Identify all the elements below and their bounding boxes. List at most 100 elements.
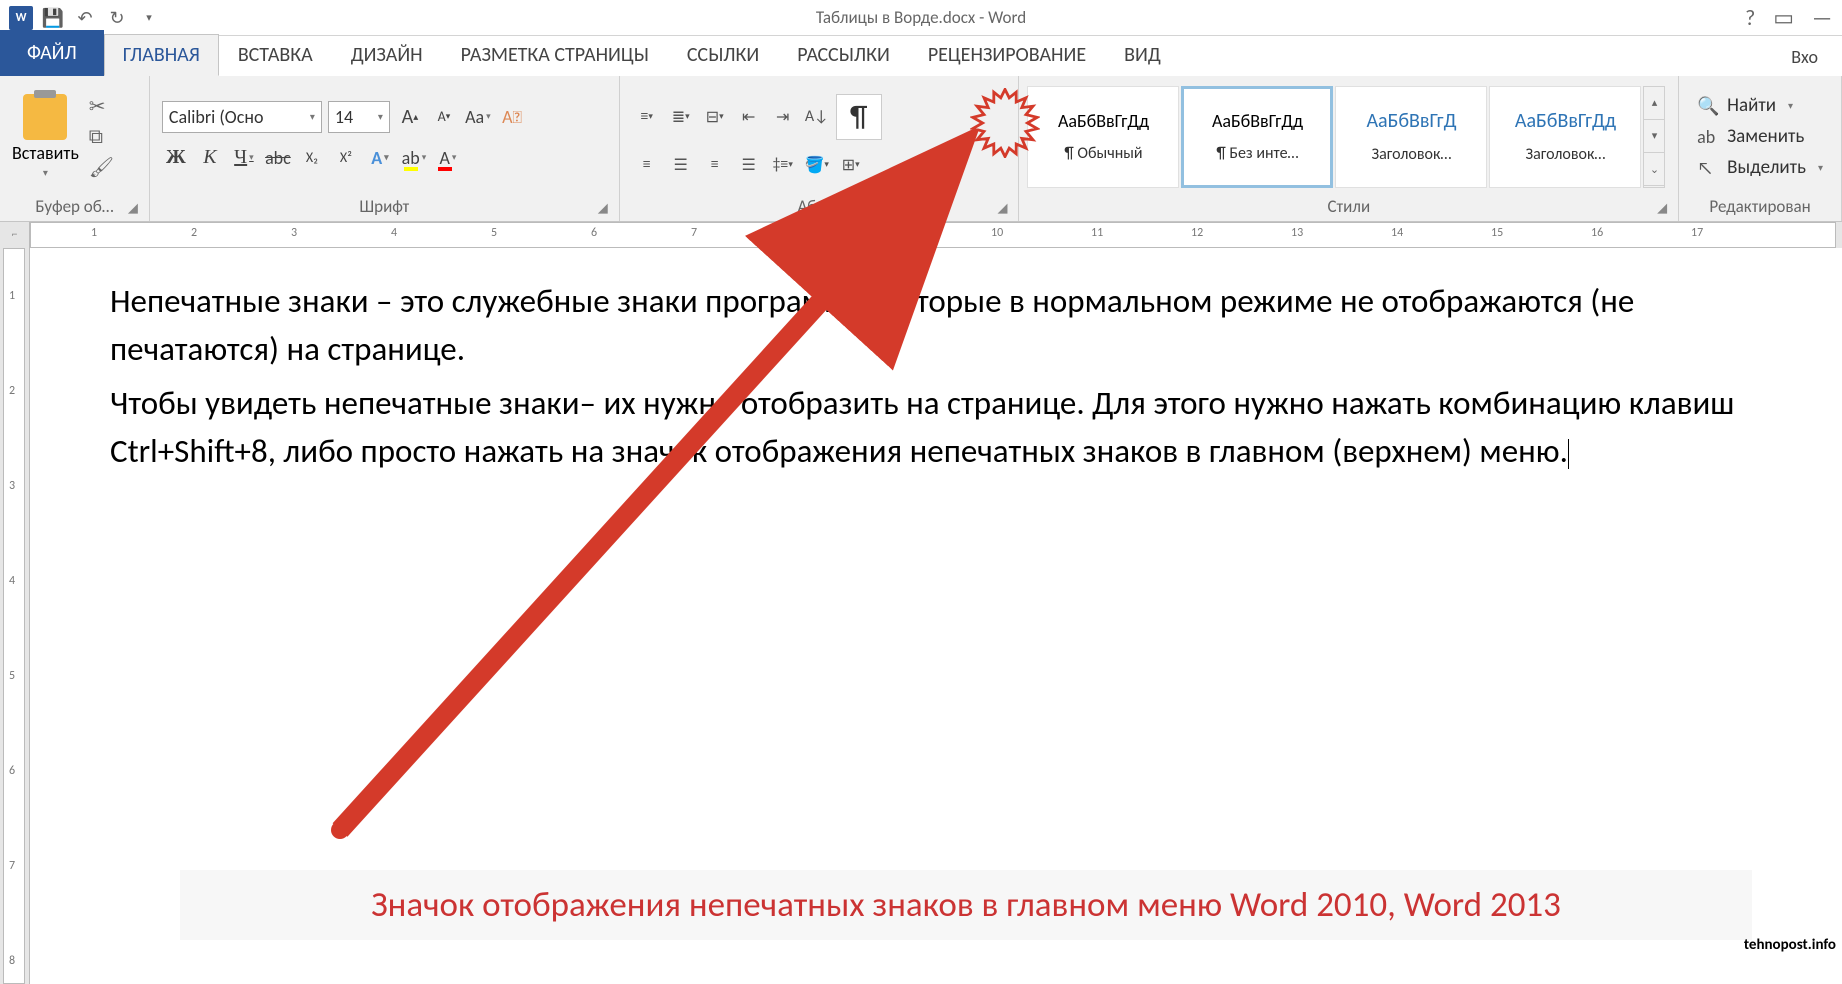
- tab-design[interactable]: ДИЗАЙН: [332, 34, 442, 76]
- tab-file[interactable]: ФАЙЛ: [0, 30, 104, 76]
- superscript-button[interactable]: X²: [332, 143, 360, 173]
- borders-button[interactable]: ⊞▾: [836, 150, 866, 180]
- ruler-tick: 12: [1191, 226, 1203, 240]
- shading-button[interactable]: 🪣▾: [802, 150, 832, 180]
- quick-access-toolbar: W 💾 ↶ ↻ ▾: [0, 3, 164, 33]
- group-editing: 🔍Найти▾ abЗаменить ↖Выделить▾ Редактиров…: [1679, 76, 1842, 221]
- highlight-color-button[interactable]: ab▾: [400, 143, 428, 173]
- redo-icon[interactable]: ↻: [102, 3, 132, 33]
- qat-customize-icon[interactable]: ▾: [134, 3, 164, 33]
- style-heading2[interactable]: АаБбВвГгДд Заголовок…: [1489, 86, 1641, 188]
- tab-layout[interactable]: РАЗМЕТКА СТРАНИЦЫ: [442, 34, 668, 76]
- minimize-icon[interactable]: —: [1812, 4, 1832, 31]
- select-button[interactable]: ↖Выделить▾: [1693, 154, 1827, 181]
- paragraph-1: Непечатные знаки – это служебные знаки п…: [110, 278, 1762, 374]
- tab-insert[interactable]: ВСТАВКА: [219, 34, 332, 76]
- tab-references[interactable]: ССЫЛКИ: [668, 34, 778, 76]
- ribbon-display-options-icon[interactable]: ▭: [1773, 4, 1794, 31]
- decrease-indent-button[interactable]: ⇤: [734, 102, 764, 132]
- ruler-tick: 8: [791, 226, 797, 240]
- font-name-combo[interactable]: Calibri (Осно▾: [162, 101, 322, 133]
- line-spacing-button[interactable]: ‡≡▾: [768, 150, 798, 180]
- grow-font-button[interactable]: A▴: [396, 102, 424, 132]
- vruler-tick: 1: [9, 289, 15, 303]
- paste-label: Вставить: [12, 142, 79, 164]
- group-paragraph-label: Абзац: [797, 196, 840, 217]
- increase-indent-button[interactable]: ⇥: [768, 102, 798, 132]
- multilevel-list-button[interactable]: ⊟▾: [700, 102, 730, 132]
- sort-button[interactable]: A↓: [802, 102, 832, 132]
- vruler-tick: 6: [9, 764, 15, 778]
- font-color-button[interactable]: A▾: [434, 143, 462, 173]
- ruler-tick: 13: [1291, 226, 1303, 240]
- vruler-tick: 8: [9, 954, 15, 968]
- show-hide-pilcrow-button[interactable]: ¶: [836, 94, 882, 140]
- gallery-up-icon[interactable]: ▴: [1644, 87, 1664, 120]
- gallery-down-icon[interactable]: ▾: [1644, 120, 1664, 153]
- clear-formatting-button[interactable]: A⃠: [498, 102, 526, 132]
- strikethrough-button[interactable]: abc: [264, 143, 292, 173]
- group-styles-label: Стили: [1327, 196, 1370, 217]
- vruler-tick: 2: [9, 384, 15, 398]
- group-font: Calibri (Осно▾ 14▾ A▴ A▾ Aa▾ A⃠ Ж К Ч▾ a…: [150, 76, 620, 221]
- ruler-tick: 17: [1691, 226, 1703, 240]
- horizontal-ruler[interactable]: ⌐ 1234567891011121314151617: [0, 222, 1842, 248]
- cut-icon[interactable]: ✂: [89, 94, 114, 119]
- ruler-tick: 6: [591, 226, 597, 240]
- ruler-tick: 5: [491, 226, 497, 240]
- underline-button[interactable]: Ч▾: [230, 143, 258, 173]
- vruler-tick: 5: [9, 669, 15, 683]
- ruler-tick: 10: [991, 226, 1003, 240]
- vruler-tick: 4: [9, 574, 15, 588]
- group-clipboard-label: Буфер об…: [35, 196, 113, 217]
- tab-mailings[interactable]: РАССЫЛКИ: [778, 34, 909, 76]
- subscript-button[interactable]: X₂: [298, 143, 326, 173]
- ruler-tick: 14: [1391, 226, 1403, 240]
- bullets-button[interactable]: ≡▾: [632, 102, 662, 132]
- gallery-more-icon[interactable]: ⌄: [1644, 153, 1664, 186]
- align-left-button[interactable]: ≡: [632, 150, 662, 180]
- change-case-button[interactable]: Aa▾: [464, 102, 492, 132]
- paragraph-dialog-launcher-icon[interactable]: ◢: [997, 201, 1007, 216]
- find-button[interactable]: 🔍Найти▾: [1693, 92, 1827, 119]
- styles-dialog-launcher-icon[interactable]: ◢: [1657, 201, 1667, 216]
- format-painter-icon[interactable]: 🖌: [89, 155, 114, 180]
- numbering-button[interactable]: ≣▾: [666, 102, 696, 132]
- styles-gallery[interactable]: АаБбВвГгДд ¶ Обычный АаБбВвГгДд ¶ Без ин…: [1025, 84, 1667, 190]
- shrink-font-button[interactable]: A▾: [430, 102, 458, 132]
- ribbon-tabs: ФАЙЛ ГЛАВНАЯ ВСТАВКА ДИЗАЙН РАЗМЕТКА СТР…: [0, 36, 1842, 76]
- replace-icon: ab: [1697, 126, 1719, 148]
- clipboard-dialog-launcher-icon[interactable]: ◢: [128, 201, 138, 216]
- style-normal[interactable]: АаБбВвГгДд ¶ Обычный: [1027, 86, 1179, 188]
- bold-button[interactable]: Ж: [162, 143, 190, 173]
- save-icon[interactable]: 💾: [38, 3, 68, 33]
- ruler-corner[interactable]: ⌐: [0, 222, 30, 248]
- watermark: tehnopost.info: [1744, 936, 1836, 954]
- text-effects-button[interactable]: A▾: [366, 143, 394, 173]
- tab-view[interactable]: ВИД: [1105, 34, 1180, 76]
- tab-home[interactable]: ГЛАВНАЯ: [104, 34, 219, 76]
- sign-in-link[interactable]: Вхо: [1777, 38, 1832, 76]
- font-dialog-launcher-icon[interactable]: ◢: [598, 201, 608, 216]
- style-heading1[interactable]: АаБбВвГгД Заголовок…: [1335, 86, 1487, 188]
- undo-icon[interactable]: ↶: [70, 3, 100, 33]
- ruler-scale: 1234567891011121314151617: [30, 222, 1836, 248]
- ruler-tick: 11: [1091, 226, 1103, 240]
- font-size-combo[interactable]: 14▾: [328, 101, 390, 133]
- word-app-icon[interactable]: W: [6, 3, 36, 33]
- styles-gallery-nav: ▴ ▾ ⌄: [1643, 86, 1665, 188]
- replace-button[interactable]: abЗаменить: [1693, 123, 1827, 150]
- tab-review[interactable]: РЕЦЕНЗИРОВАНИЕ: [909, 34, 1105, 76]
- italic-button[interactable]: К: [196, 143, 224, 173]
- help-icon[interactable]: ?: [1745, 4, 1755, 31]
- paste-button[interactable]: Вставить ▾: [6, 92, 85, 181]
- justify-button[interactable]: ☰: [734, 150, 764, 180]
- ribbon: Вставить ▾ ✂ ⧉ 🖌 Буфер об… ◢ Calibri (Ос…: [0, 76, 1842, 222]
- vertical-ruler[interactable]: 12345678: [0, 248, 30, 984]
- copy-icon[interactable]: ⧉: [89, 125, 114, 149]
- vruler-tick: 3: [9, 479, 15, 493]
- align-center-button[interactable]: ☰: [666, 150, 696, 180]
- style-no-spacing[interactable]: АаБбВвГгДд ¶ Без инте…: [1181, 86, 1333, 188]
- align-right-button[interactable]: ≡: [700, 150, 730, 180]
- group-styles: АаБбВвГгДд ¶ Обычный АаБбВвГгДд ¶ Без ин…: [1019, 76, 1679, 221]
